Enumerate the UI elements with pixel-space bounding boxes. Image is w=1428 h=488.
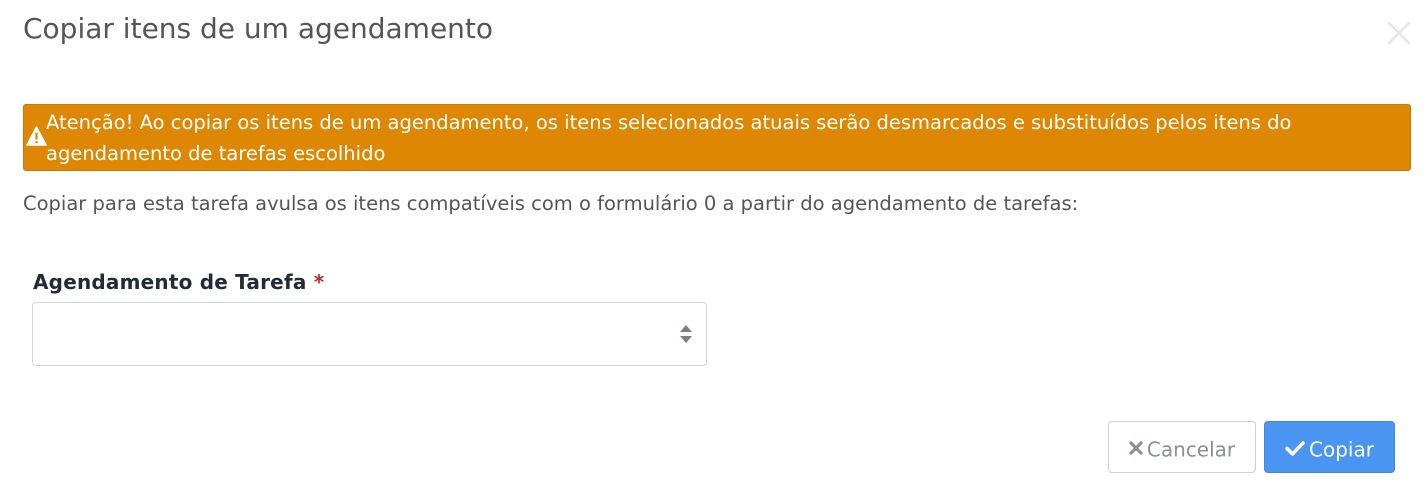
warning-icon <box>26 126 47 146</box>
warning-alert: Atenção! Ao copiar os itens de um agenda… <box>23 104 1411 171</box>
sort-icon <box>680 325 692 343</box>
copy-button[interactable]: Copiar <box>1264 421 1395 473</box>
times-icon <box>1129 440 1143 455</box>
check-icon <box>1285 440 1305 456</box>
cancel-button[interactable]: Cancelar <box>1108 421 1256 473</box>
schedule-field-label: Agendamento de Tarefa * <box>33 268 324 296</box>
copy-button-label: Copiar <box>1309 437 1374 462</box>
close-button[interactable] <box>1384 18 1414 48</box>
dialog-title: Copiar itens de um agendamento <box>23 12 494 45</box>
required-mark: * <box>313 270 325 294</box>
copy-schedule-items-dialog: Copiar itens de um agendamento Atenção! … <box>0 0 1428 488</box>
info-text: Copiar para esta tarefa avulsa os itens … <box>23 192 1079 215</box>
cancel-button-label: Cancelar <box>1146 437 1236 462</box>
alert-text: Atenção! Ao copiar os itens de um agenda… <box>46 111 1292 165</box>
close-icon <box>1387 21 1411 45</box>
schedule-field-label-text: Agendamento de Tarefa <box>33 270 307 294</box>
schedule-select[interactable] <box>32 302 707 366</box>
